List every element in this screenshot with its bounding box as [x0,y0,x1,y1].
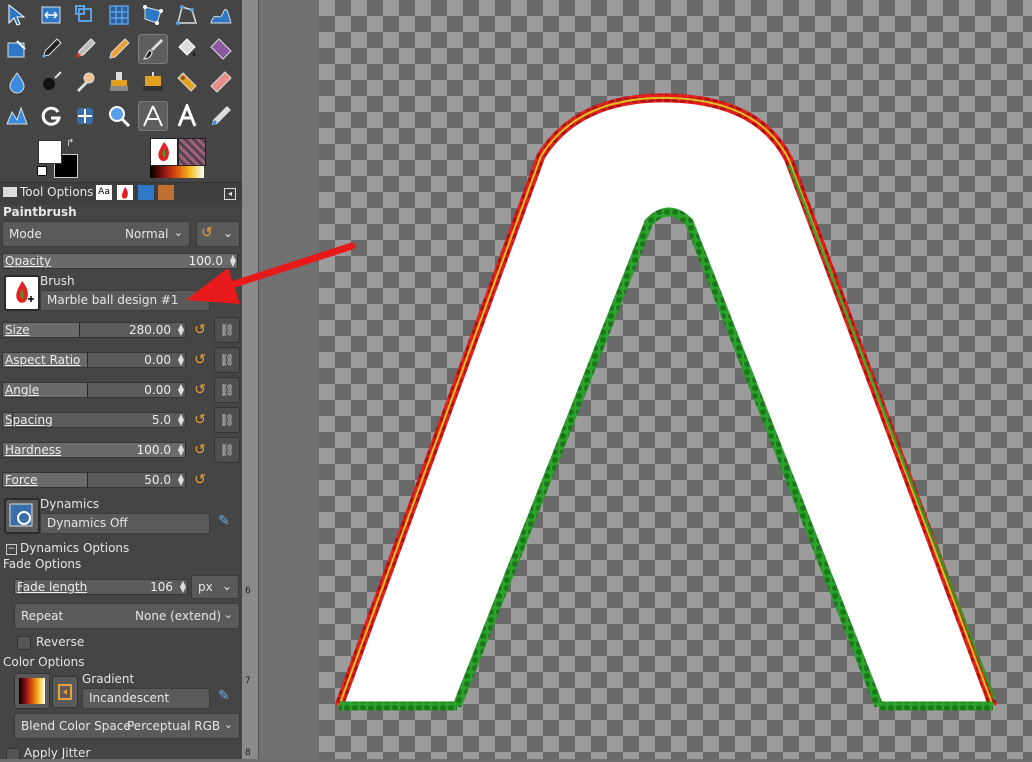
annotation-arrow [186,242,356,304]
